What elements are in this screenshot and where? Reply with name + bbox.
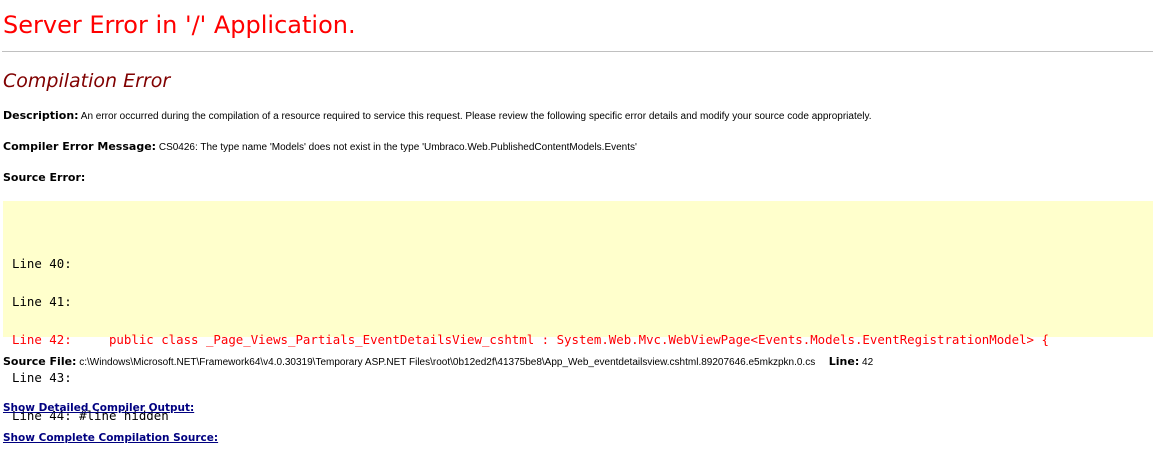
compiler-error-text: CS0426: The type name 'Models' does not …	[158, 142, 637, 153]
code-line: Line 40:	[12, 256, 72, 271]
show-complete-compilation-source-link[interactable]: Show Complete Compilation Source:	[3, 431, 218, 445]
description-row: Description: An error occurred during th…	[3, 109, 872, 124]
source-file-row: Source File: c:\Windows\Microsoft.NET\Fr…	[3, 355, 873, 370]
line-number: 42	[862, 357, 874, 368]
source-error-row: Source Error:	[3, 171, 85, 186]
source-file-label: Source File:	[3, 355, 77, 368]
code-line: Line 41:	[12, 294, 72, 309]
line-label: Line:	[828, 355, 860, 368]
code-line-error: Line 42: public class _Page_Views_Partia…	[12, 332, 1049, 347]
code-line: Line 43:	[12, 370, 72, 385]
description-text: An error occurred during the compilation…	[80, 111, 872, 122]
show-detailed-compiler-output-link[interactable]: Show Detailed Compiler Output:	[3, 401, 194, 415]
compiler-error-row: Compiler Error Message: CS0426: The type…	[3, 140, 637, 155]
error-type-heading: Compilation Error	[3, 70, 171, 92]
page-title: Server Error in '/' Application.	[3, 11, 356, 39]
compiler-error-label: Compiler Error Message:	[3, 140, 157, 153]
source-code-box: Line 40: Line 41: Line 42: public class …	[3, 201, 1153, 423]
source-code-lines: Line 40: Line 41: Line 42: public class …	[12, 235, 1049, 463]
source-file-path: c:\Windows\Microsoft.NET\Framework64\v4.…	[79, 357, 816, 368]
source-error-label: Source Error:	[3, 171, 86, 184]
description-label: Description:	[3, 109, 79, 122]
header-divider	[2, 51, 1153, 52]
